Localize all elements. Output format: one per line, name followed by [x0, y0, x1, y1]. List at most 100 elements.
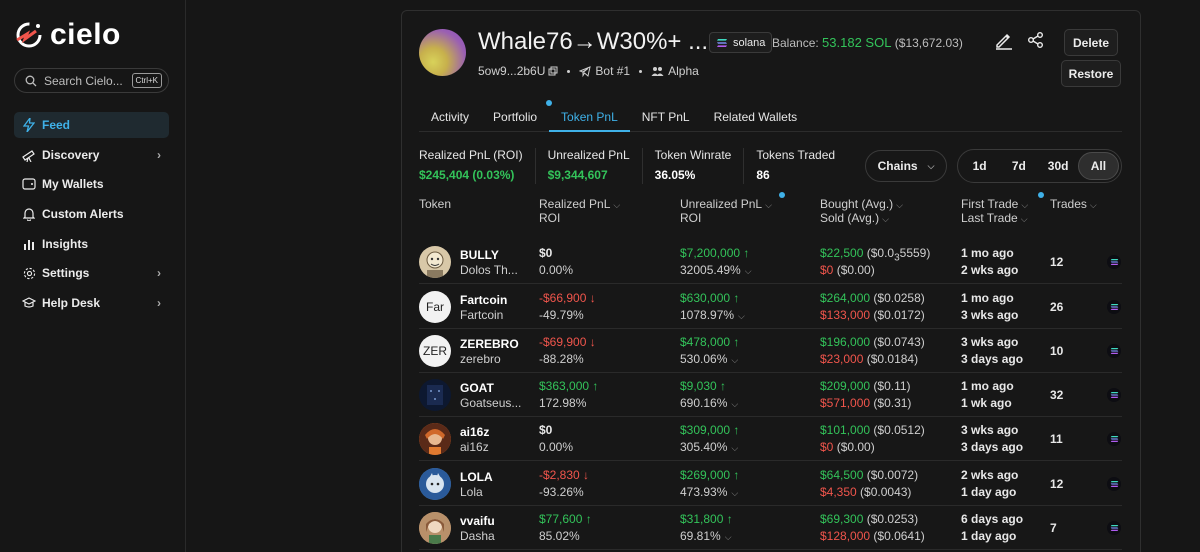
unrealized-roi[interactable]: 69.81% ⌵ [680, 528, 732, 545]
tab-nft-pnl[interactable]: NFT PnL [630, 104, 702, 132]
table-row[interactable]: ai16z ai16z $0 0.00% $309,000 ↑ 305.40% ⌵… [419, 417, 1122, 461]
last-trade: 1 day ago [961, 485, 1017, 499]
table-row[interactable]: Far Fartcoin Fartcoin -$66,900 ↓ -49.79%… [419, 285, 1122, 329]
value: $7,200,000 [680, 246, 741, 260]
tab-activity[interactable]: Activity [419, 104, 481, 132]
sold-avg: $571,000 ($0.31) [820, 395, 911, 411]
balance-label: Balance: [772, 36, 819, 50]
token-avatar [419, 246, 451, 278]
table-row[interactable]: BULLY Dolos Th... $0 0.00% $7,200,000 ↑ … [419, 240, 1122, 284]
sidebar-item-discovery[interactable]: Discovery › [14, 142, 169, 168]
col-unrealized-roi[interactable]: ROI [680, 211, 701, 225]
value: $209,000 [820, 379, 871, 393]
balance-sol: 53.182 SOL [822, 35, 892, 50]
table-row[interactable]: ZER ZEREBRO zerebro -$69,900 ↓ -88.28% $… [419, 329, 1122, 373]
period-7d[interactable]: 7d [999, 152, 1038, 180]
unrealized-roi[interactable]: 690.16% ⌵ [680, 395, 738, 412]
sidebar-item-label: Discovery [42, 147, 100, 162]
unrealized-roi[interactable]: 305.40% ⌵ [680, 439, 738, 456]
trades-count: 26 [1050, 300, 1064, 314]
tab-related-wallets[interactable]: Related Wallets [702, 104, 810, 132]
first-trade: 6 days ago [961, 512, 1024, 526]
value: -$2,830 [539, 468, 580, 482]
avg: ($0.0512) [873, 423, 925, 437]
chains-dropdown[interactable]: Chains ⌵ [865, 150, 947, 182]
first-trade: 2 wks ago [961, 468, 1019, 482]
stat-label: Realized PnL (ROI) [419, 148, 523, 162]
cielo-logo-icon [16, 22, 42, 48]
value: $0 [820, 440, 834, 454]
chevron-right-icon: › [157, 266, 161, 281]
sidebar-item-custom-alerts[interactable]: Custom Alerts [14, 201, 169, 227]
last-trade: 2 wks ago [961, 263, 1019, 277]
wallet-address: 5ow9...2b6U [478, 64, 546, 78]
value: -$69,900 [539, 335, 587, 349]
col-unrealized-pnl[interactable]: Unrealized PnL ⌵ [680, 197, 772, 212]
col-trades[interactable]: Trades ⌵ [1050, 197, 1097, 212]
first-trade: 1 mo ago [961, 246, 1014, 260]
sidebar-item-label: Custom Alerts [42, 207, 124, 222]
realized-pnl: -$69,900 ↓ [539, 334, 596, 350]
table-row[interactable]: vvaifu Dasha $77,600 ↑ 85.02% $31,800 ↑ … [419, 506, 1122, 550]
stat-tokens-traded: Tokens Traded 86 [744, 148, 847, 184]
sidebar-item-label: Help Desk [42, 296, 101, 311]
table-row[interactable]: GOAT Goatseus... $363,000 ↑ 172.98% $9,0… [419, 373, 1122, 417]
cielo-logo[interactable]: cielo [14, 18, 121, 52]
bell-icon [22, 207, 36, 222]
separator-dot [567, 69, 571, 73]
col-first-trade[interactable]: First Trade ⌵ [961, 197, 1028, 212]
sidebar-item-help-desk[interactable]: Help Desk › [14, 290, 169, 316]
chevron-down-icon: ⌵ [724, 532, 732, 542]
unrealized-roi[interactable]: 32005.49% ⌵ [680, 262, 752, 279]
realized-roi: -49.79% [539, 308, 584, 322]
unrealized-roi[interactable]: 473.93% ⌵ [680, 484, 738, 501]
col-sold[interactable]: Sold (Avg.) ⌵ [820, 211, 889, 226]
arrow-up-icon: ↑ [585, 512, 592, 526]
sidebar-item-settings[interactable]: Settings › [14, 260, 169, 286]
bought-avg: $69,300 ($0.0253) [820, 511, 918, 527]
tab-portfolio[interactable]: Portfolio [481, 104, 549, 132]
wallet-title: Whale76→W30%+ ... [478, 28, 709, 55]
unrealized-roi[interactable]: 1078.97% ⌵ [680, 307, 745, 324]
trades-count: 32 [1050, 388, 1064, 402]
col-realized-pnl[interactable]: Realized PnL ⌵ [539, 197, 620, 212]
copy-icon[interactable] [548, 66, 558, 76]
realized-roi: 85.02% [539, 529, 580, 543]
period-all[interactable]: All [1077, 152, 1119, 180]
sidebar-item-my-wallets[interactable]: My Wallets [14, 171, 169, 197]
col-bought[interactable]: Bought (Avg.) ⌵ [820, 197, 903, 212]
chevron-right-icon: › [157, 147, 161, 162]
share-button[interactable] [1026, 30, 1046, 50]
token-name: Lola [460, 485, 483, 499]
trades-count: 10 [1050, 344, 1064, 358]
stat-value: 36.05% [654, 168, 696, 182]
unrealized-pnl: $9,030 ↑ [680, 378, 726, 394]
unrealized-roi[interactable]: 530.06% ⌵ [680, 351, 738, 368]
tab-token-pnl[interactable]: Token PnL [549, 104, 630, 132]
restore-button[interactable]: Restore [1061, 60, 1121, 87]
token-name: Fartcoin [460, 308, 504, 322]
chain-badge: solana [709, 32, 773, 53]
unrealized-pnl: $269,000 ↑ [680, 467, 739, 483]
edit-button[interactable] [994, 30, 1014, 50]
col-last-trade[interactable]: Last Trade ⌵ [961, 211, 1028, 226]
stat-label: Tokens Traded [756, 148, 836, 162]
avg: ($0.0043) [860, 485, 912, 499]
value: 530.06% [680, 352, 728, 366]
trades-count: 12 [1050, 255, 1064, 269]
token-avatar: Far [419, 291, 451, 323]
sidebar-item-insights[interactable]: Insights [14, 231, 169, 257]
telegram-icon [579, 65, 592, 77]
search-input[interactable]: Search Cielo... Ctrl+K [14, 68, 169, 93]
delete-button[interactable]: Delete [1064, 29, 1118, 56]
period-1d[interactable]: 1d [960, 152, 999, 180]
period-30d[interactable]: 30d [1039, 152, 1078, 180]
token-symbol: Fartcoin [460, 293, 508, 307]
table-row[interactable]: LOLA Lola -$2,830 ↓ -93.26% $269,000 ↑ 4… [419, 462, 1122, 506]
chevron-right-icon: › [157, 296, 161, 311]
sidebar-item-feed[interactable]: Feed [14, 112, 169, 138]
col-realized-roi[interactable]: ROI [539, 211, 560, 225]
value: 32005.49% [680, 263, 741, 277]
unrealized-pnl: $309,000 ↑ [680, 422, 739, 438]
sidebar-item-label: Insights [42, 236, 89, 251]
